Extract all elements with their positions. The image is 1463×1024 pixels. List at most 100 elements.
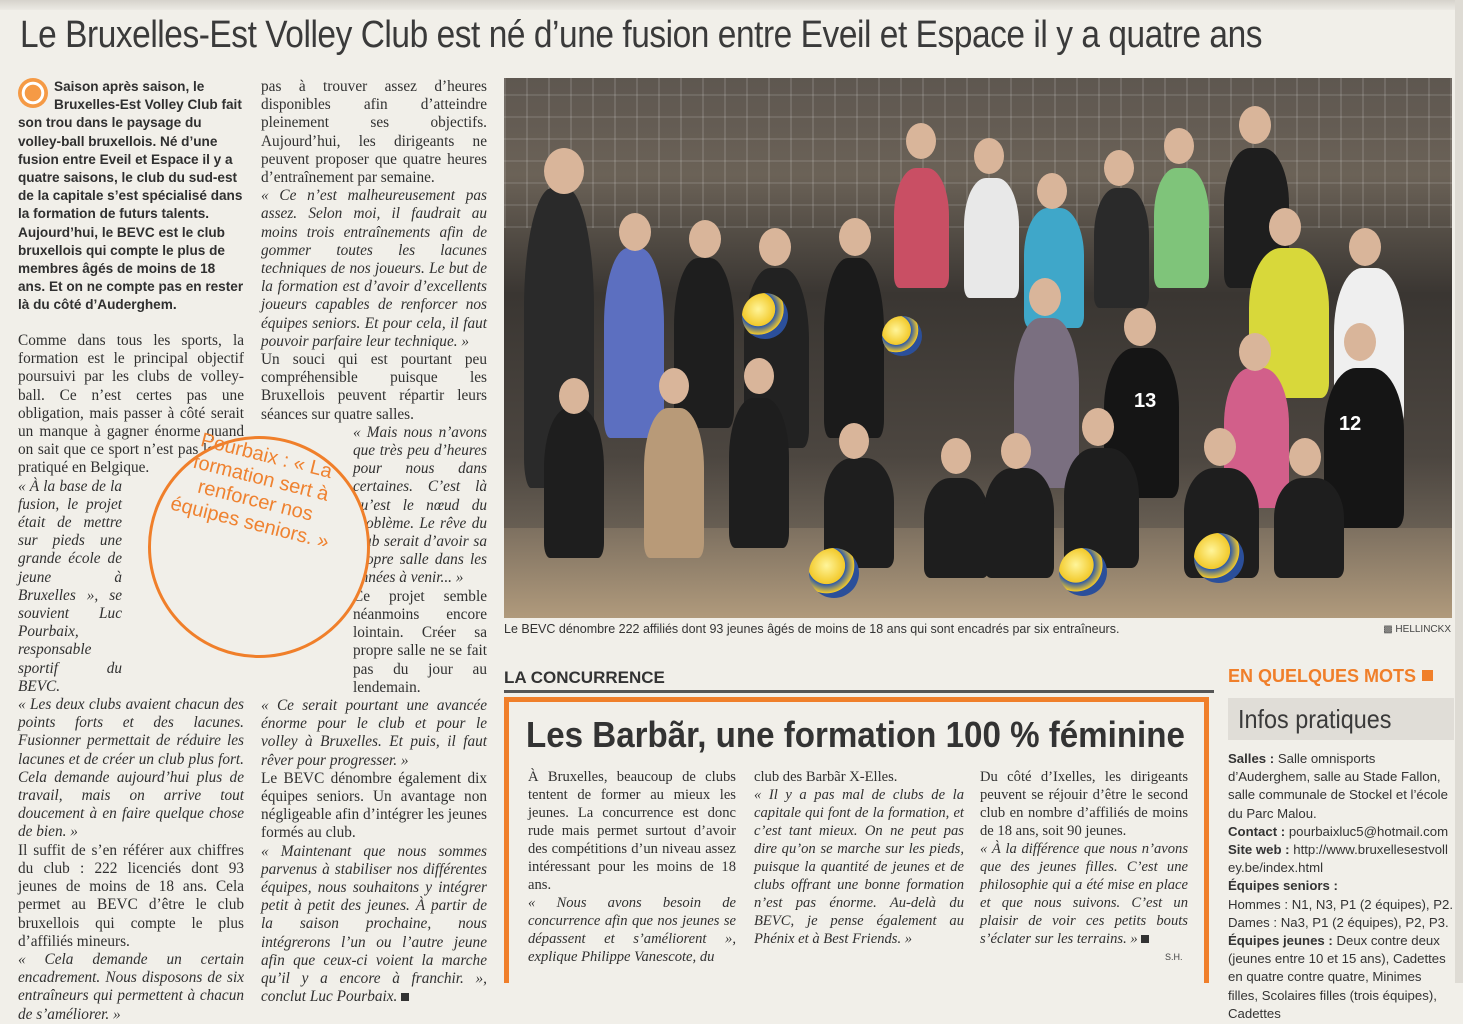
paragraph: « Il y a pas mal de clubs de la capitale… [754, 786, 964, 948]
sidebar-kicker: EN QUELQUES MOTS [1228, 666, 1434, 687]
player-head [1289, 438, 1321, 476]
jersey-number: 12 [1339, 413, 1362, 435]
box-title: Les Barbãr, une formation 100 % féminine [526, 714, 1185, 755]
player-head [1124, 308, 1156, 346]
player-head [1037, 173, 1067, 209]
info-label: Équipes jeunes : [1228, 933, 1333, 949]
section-rule [504, 690, 1214, 693]
player [1094, 188, 1149, 308]
volleyball [742, 293, 788, 339]
player [1274, 478, 1344, 578]
player [644, 408, 704, 558]
sidebar-kicker-text: EN QUELQUES MOTS [1228, 666, 1417, 686]
volleyball [1194, 533, 1244, 583]
box-column-3: Du côté d’Ixelles, les dirigeants peuven… [980, 768, 1188, 948]
info-label: Salles : [1228, 751, 1275, 766]
adjacent-page-strip [1455, 0, 1463, 983]
player-head [1349, 228, 1381, 266]
paragraph: « Ce serait pourtant une avancée énorme … [261, 697, 487, 770]
player [674, 258, 734, 428]
team-photo: 13 12 [504, 78, 1452, 618]
player-head [759, 228, 791, 266]
box-column-2: club des Barbãr X-Elles. « Il y a pas ma… [754, 768, 964, 948]
coach-head [544, 148, 584, 194]
paragraph: « Ce n’est malheureusement pas assez. Se… [261, 187, 487, 351]
info-seniors: Équipes seniors : [1228, 877, 1454, 895]
player-head [839, 218, 871, 256]
end-mark [401, 993, 410, 1002]
info-label: Contact : [1228, 823, 1286, 839]
paragraph: « Nous avons besoin de concurrence afin … [528, 894, 736, 966]
author-signature: S.H. [1165, 952, 1183, 962]
paragraph: « Cela demande un certain encadrement. N… [18, 951, 244, 1024]
player-head [659, 368, 689, 404]
player-head [1082, 408, 1114, 446]
info-salles: Salles : Salle omnisports d’Auderghem, s… [1228, 750, 1454, 823]
player-head [744, 358, 774, 394]
player-head [1269, 208, 1301, 246]
info-site: Site web : http://www.bruxellesestvolley… [1228, 841, 1454, 877]
player-head [1239, 106, 1271, 144]
end-mark [1141, 935, 1150, 943]
player [729, 398, 789, 548]
player-head [559, 378, 589, 414]
box-column-1: À Bruxelles, beaucoup de clubs tentent d… [528, 768, 736, 966]
paragraph: Un souci qui est pourtant peu compréhens… [261, 351, 487, 423]
player-head [1164, 128, 1194, 164]
player [924, 478, 989, 578]
paragraph: Du côté d’Ixelles, les dirigeants peuven… [980, 769, 1188, 839]
player-head [906, 123, 936, 159]
player [824, 258, 884, 438]
info-jeunes: Équipes jeunes : Deux contre deux (jeune… [1228, 932, 1454, 1023]
volleyball-icon [18, 78, 48, 108]
volleyball [809, 548, 859, 598]
quote: « À la différence que nous n’avons que d… [980, 841, 1188, 947]
quote: « Cela demande un certain encadrement. N… [18, 950, 244, 1023]
headline: Le Bruxelles-Est Volley Club est né d’un… [20, 14, 1263, 56]
quote: « Ce n’est malheureusement pas assez. Se… [261, 187, 487, 350]
player-head [1029, 278, 1061, 316]
player-head [689, 220, 721, 258]
paragraph: pas à trouver assez d’heures disponibles… [261, 78, 487, 187]
quote: « Mais nous n’avons que très peu d’heure… [353, 423, 487, 587]
lead-paragraph: Saison après saison, le Bruxelles-Est Vo… [18, 78, 244, 315]
photo-credit: ▩ HELLINCKX [1383, 624, 1451, 635]
paragraph: Il suffit de s’en référer aux chiffres d… [18, 841, 244, 950]
player-head [974, 138, 1004, 174]
paragraph: Le BEVC dénombre également dix équipes s… [261, 769, 487, 842]
info-label: Site web : [1228, 842, 1290, 858]
paragraph: « Maintenant que nous sommes parvenus à … [261, 843, 487, 1007]
player [984, 468, 1054, 578]
player-head [1104, 150, 1134, 186]
quote: « Maintenant que nous sommes parvenus à … [261, 842, 487, 1006]
quote: « Les deux clubs avaient chacun des poin… [18, 696, 244, 841]
volleyball [882, 316, 922, 356]
player-head [1204, 428, 1236, 466]
photo-credit-text: HELLINCKX [1395, 624, 1451, 635]
quote: « Ce serait pourtant une avancée énorme … [261, 696, 487, 769]
info-dames: Dames : Na3, P1 (2 équipes), P2, P3. [1228, 914, 1449, 930]
volleyball [1059, 548, 1107, 596]
player [1154, 168, 1209, 288]
info-label: Équipes seniors : [1228, 878, 1338, 894]
jersey-number: 13 [1134, 390, 1157, 412]
paragraph: club des Barbãr X-Elles. [754, 769, 898, 785]
square-icon [1422, 670, 1434, 681]
player-head [941, 438, 971, 474]
paragraph: « À la différence que nous n’avons que d… [980, 840, 1188, 948]
lead-text: Saison après saison, le Bruxelles-Est Vo… [18, 79, 244, 313]
player-head [1239, 333, 1271, 371]
previous-article-strip [0, 0, 1463, 10]
quote: « Nous avons besoin de concurrence afin … [528, 895, 736, 965]
quote: « Il y a pas mal de clubs de la capitale… [754, 787, 964, 947]
info-hommes: Hommes : N1, N3, P1 (2 équipes), P2. [1228, 896, 1454, 912]
section-kicker: LA CONCURRENCE [504, 668, 665, 687]
player-head [619, 213, 651, 251]
player [964, 178, 1019, 298]
info-contact: Contact : pourbaixluc5@hotmail.com [1228, 823, 1454, 841]
photo-caption: Le BEVC dénombre 222 affiliés dont 93 je… [504, 622, 1120, 636]
paragraph: À Bruxelles, beaucoup de clubs tentent d… [528, 769, 736, 893]
player-head [839, 423, 869, 459]
player-head [1344, 323, 1376, 361]
player [604, 248, 664, 438]
